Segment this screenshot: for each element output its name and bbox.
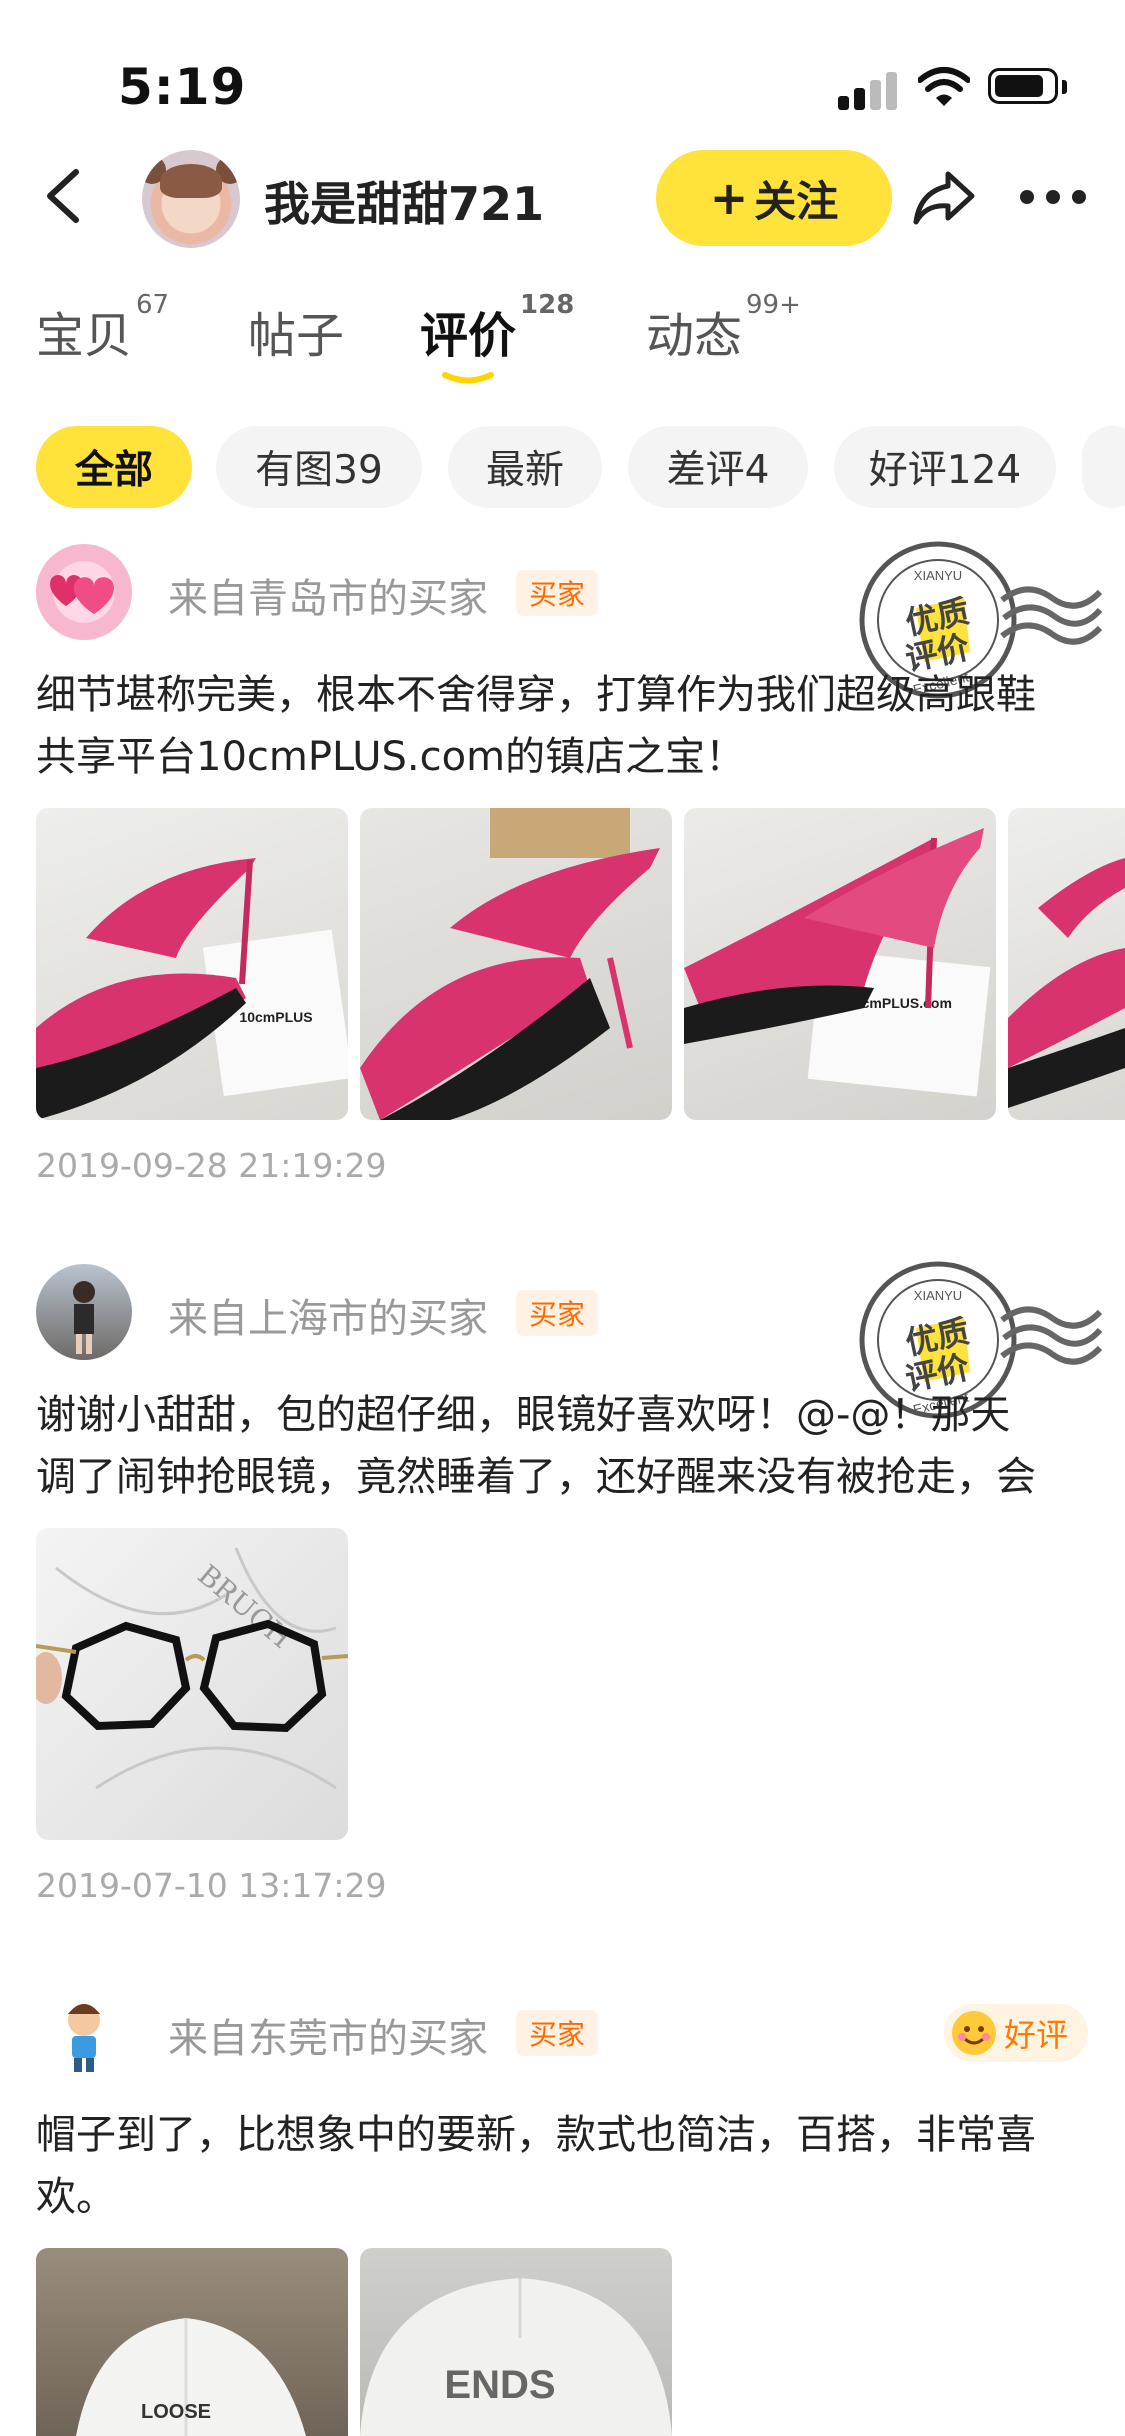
review-text: 谢谢小甜甜，包的超仔细，眼镜好喜欢呀！@-@！那天 调了闹钟抢眼镜，竟然睡着了，… bbox=[36, 1384, 1096, 1508]
tab-label: 评价 bbox=[420, 308, 517, 364]
review-text-line: 帽子到了，比想象中的要新，款式也简洁，百搭，非常喜 bbox=[36, 2112, 1036, 2158]
review-photo[interactable]: 10cmPLUS bbox=[36, 808, 348, 1120]
tab-count: 128 bbox=[520, 290, 575, 320]
filter-all[interactable]: 全部 bbox=[36, 426, 192, 508]
buyer-badge: 买家 bbox=[516, 2010, 598, 2056]
tab-baobei[interactable]: 宝贝67 bbox=[36, 290, 169, 366]
more-options-icon[interactable] bbox=[1020, 190, 1086, 206]
positive-rating-badge: 好评 bbox=[944, 2004, 1088, 2062]
review-text-line: 欢。 bbox=[36, 2174, 116, 2220]
buyer-location: 来自上海市的买家 bbox=[168, 1296, 488, 1342]
review-text-line: 细节堪称完美，根本不舍得穿，打算作为我们超级高跟鞋 bbox=[36, 672, 1036, 718]
battery-tip bbox=[1062, 80, 1067, 94]
review-photo[interactable]: ENDS bbox=[360, 2248, 672, 2436]
plus-icon: + bbox=[709, 171, 749, 225]
review-photo[interactable] bbox=[1008, 808, 1125, 1120]
tab-label: 帖子 bbox=[248, 308, 345, 364]
tab-label: 宝贝 bbox=[36, 308, 133, 364]
buyer-location: 来自东莞市的买家 bbox=[168, 2016, 488, 2062]
review-text: 细节堪称完美，根本不舍得穿，打算作为我们超级高跟鞋 共享平台10cmPLUS.c… bbox=[36, 664, 1096, 788]
filter-with-photos[interactable]: 有图39 bbox=[216, 426, 422, 508]
heart-icon bbox=[50, 575, 114, 614]
tab-pingjia[interactable]: 评价128 bbox=[420, 290, 574, 366]
reviewer-avatar[interactable] bbox=[36, 544, 132, 640]
follow-label: 关注 bbox=[754, 176, 839, 226]
svg-text:XIANYU: XIANYU bbox=[914, 568, 962, 583]
review-photo[interactable]: BRUCH bbox=[36, 1528, 348, 1840]
cellular-signal-icon bbox=[838, 72, 898, 110]
review-text-line: 调了闹钟抢眼镜，竟然睡着了，还好醒来没有被抢走，会 bbox=[36, 1454, 1036, 1500]
status-time: 5:19 bbox=[118, 58, 247, 116]
tab-count: 67 bbox=[136, 290, 170, 320]
filter-more[interactable] bbox=[1082, 426, 1125, 508]
svg-text:10cmPLUS: 10cmPLUS bbox=[239, 1009, 312, 1025]
username: 我是甜甜721 bbox=[264, 177, 545, 231]
wifi-icon bbox=[918, 67, 970, 106]
review-text-line: 共享平台10cmPLUS.com的镇店之宝！ bbox=[36, 734, 746, 780]
smile-emoji-icon bbox=[952, 2011, 996, 2055]
review-date: 2019-09-28 21:19:29 bbox=[36, 1146, 387, 1185]
user-avatar[interactable] bbox=[142, 150, 240, 248]
reviewer-avatar[interactable] bbox=[36, 1264, 132, 1360]
reviewer-avatar[interactable] bbox=[36, 1984, 132, 2080]
back-arrow-icon[interactable] bbox=[40, 166, 90, 226]
filter-positive[interactable]: 好评124 bbox=[834, 426, 1056, 508]
review-photo[interactable] bbox=[360, 808, 672, 1120]
svg-text:ENDS: ENDS bbox=[444, 2363, 555, 2407]
buyer-badge: 买家 bbox=[516, 1290, 598, 1336]
review-date: 2019-07-10 13:17:29 bbox=[36, 1866, 387, 1905]
svg-text:BRUCH: BRUCH bbox=[192, 1558, 298, 1655]
filter-latest[interactable]: 最新 bbox=[448, 426, 602, 508]
rating-label: 好评 bbox=[1004, 2016, 1069, 2054]
buyer-badge: 买家 bbox=[516, 570, 598, 616]
tab-dongtai[interactable]: 动态99+ bbox=[646, 290, 801, 366]
svg-text:LOOSE: LOOSE bbox=[141, 2401, 211, 2423]
review-text-line: 谢谢小甜甜，包的超仔细，眼镜好喜欢呀！@-@！那天 bbox=[36, 1392, 1011, 1438]
share-icon[interactable] bbox=[912, 168, 976, 228]
tab-tiezi[interactable]: 帖子 bbox=[248, 296, 344, 366]
review-photo[interactable]: 10cmPLUS.com bbox=[684, 808, 996, 1120]
active-tab-indicator bbox=[442, 372, 494, 384]
review-text: 帽子到了，比想象中的要新，款式也简洁，百搭，非常喜 欢。 bbox=[36, 2104, 1096, 2228]
svg-text:XIANYU: XIANYU bbox=[914, 1288, 962, 1303]
review-photo[interactable]: LOOSE bbox=[36, 2248, 348, 2436]
filter-negative[interactable]: 差评4 bbox=[628, 426, 808, 508]
battery-icon bbox=[988, 68, 1058, 104]
tab-count: 99+ bbox=[746, 290, 801, 320]
follow-button[interactable]: + 关注 bbox=[656, 150, 892, 246]
buyer-location: 来自青岛市的买家 bbox=[168, 576, 488, 622]
tab-label: 动态 bbox=[646, 308, 743, 364]
